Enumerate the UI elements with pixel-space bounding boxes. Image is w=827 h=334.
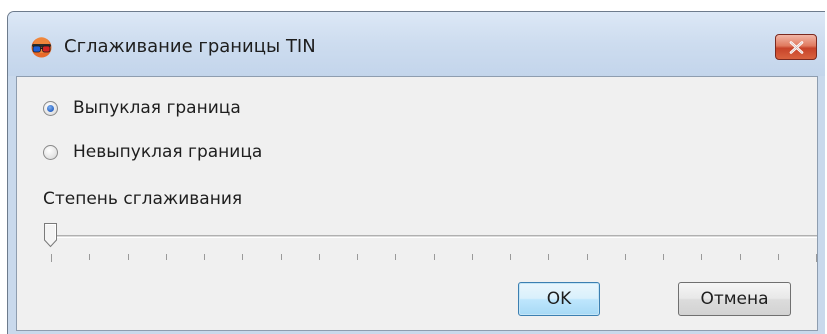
smoothing-degree-label: Степень сглаживания	[43, 189, 243, 209]
slider-tick	[816, 254, 817, 262]
slider-tick	[128, 254, 129, 260]
slider-tick	[587, 254, 588, 260]
radio-button-unchecked[interactable]	[43, 144, 58, 160]
slider-tick	[548, 254, 549, 260]
slider-tick	[281, 254, 282, 260]
radio-label-concave: Невыпуклая граница	[73, 142, 263, 162]
slider-tick	[663, 254, 664, 260]
slider-tick	[778, 254, 779, 260]
slider-tick	[472, 254, 473, 260]
slider-tick	[51, 254, 52, 262]
radio-label-convex: Выпуклая граница	[73, 98, 241, 118]
slider-tick	[204, 254, 205, 260]
slider-tick	[740, 254, 741, 260]
slider-tick	[625, 254, 626, 260]
slider-tick	[357, 254, 358, 260]
dialog-window: Сглаживание границы TIN Выпуклая граница…	[0, 0, 827, 334]
title-bar[interactable]: Сглаживание границы TIN	[8, 12, 825, 76]
window-frame: Сглаживание границы TIN Выпуклая граница…	[7, 11, 825, 334]
slider-tick	[242, 254, 243, 260]
slider-tick	[395, 254, 396, 260]
slider-ticks	[51, 254, 817, 264]
slider-thumb[interactable]	[43, 222, 58, 248]
radio-concave-boundary[interactable]: Невыпуклая граница	[43, 142, 262, 162]
radio-button-checked[interactable]	[43, 100, 58, 116]
close-icon	[789, 41, 804, 54]
slider-tick	[319, 254, 320, 260]
slider-tick	[166, 254, 167, 260]
slider-tick	[701, 254, 702, 260]
slider-tick	[89, 254, 90, 260]
window-title: Сглаживание границы TIN	[64, 36, 316, 57]
glasses-3d-icon	[31, 37, 52, 58]
radio-convex-boundary[interactable]: Выпуклая граница	[43, 98, 241, 118]
slider-tick	[434, 254, 435, 260]
ok-button[interactable]: OK	[518, 282, 600, 316]
cancel-button[interactable]: Отмена	[678, 282, 791, 316]
dialog-client-area: Выпуклая граница Невыпуклая граница Степ…	[16, 76, 818, 331]
slider-track[interactable]	[51, 235, 817, 238]
smoothing-slider[interactable]	[43, 217, 825, 267]
close-button[interactable]	[775, 34, 817, 60]
slider-tick	[510, 254, 511, 260]
